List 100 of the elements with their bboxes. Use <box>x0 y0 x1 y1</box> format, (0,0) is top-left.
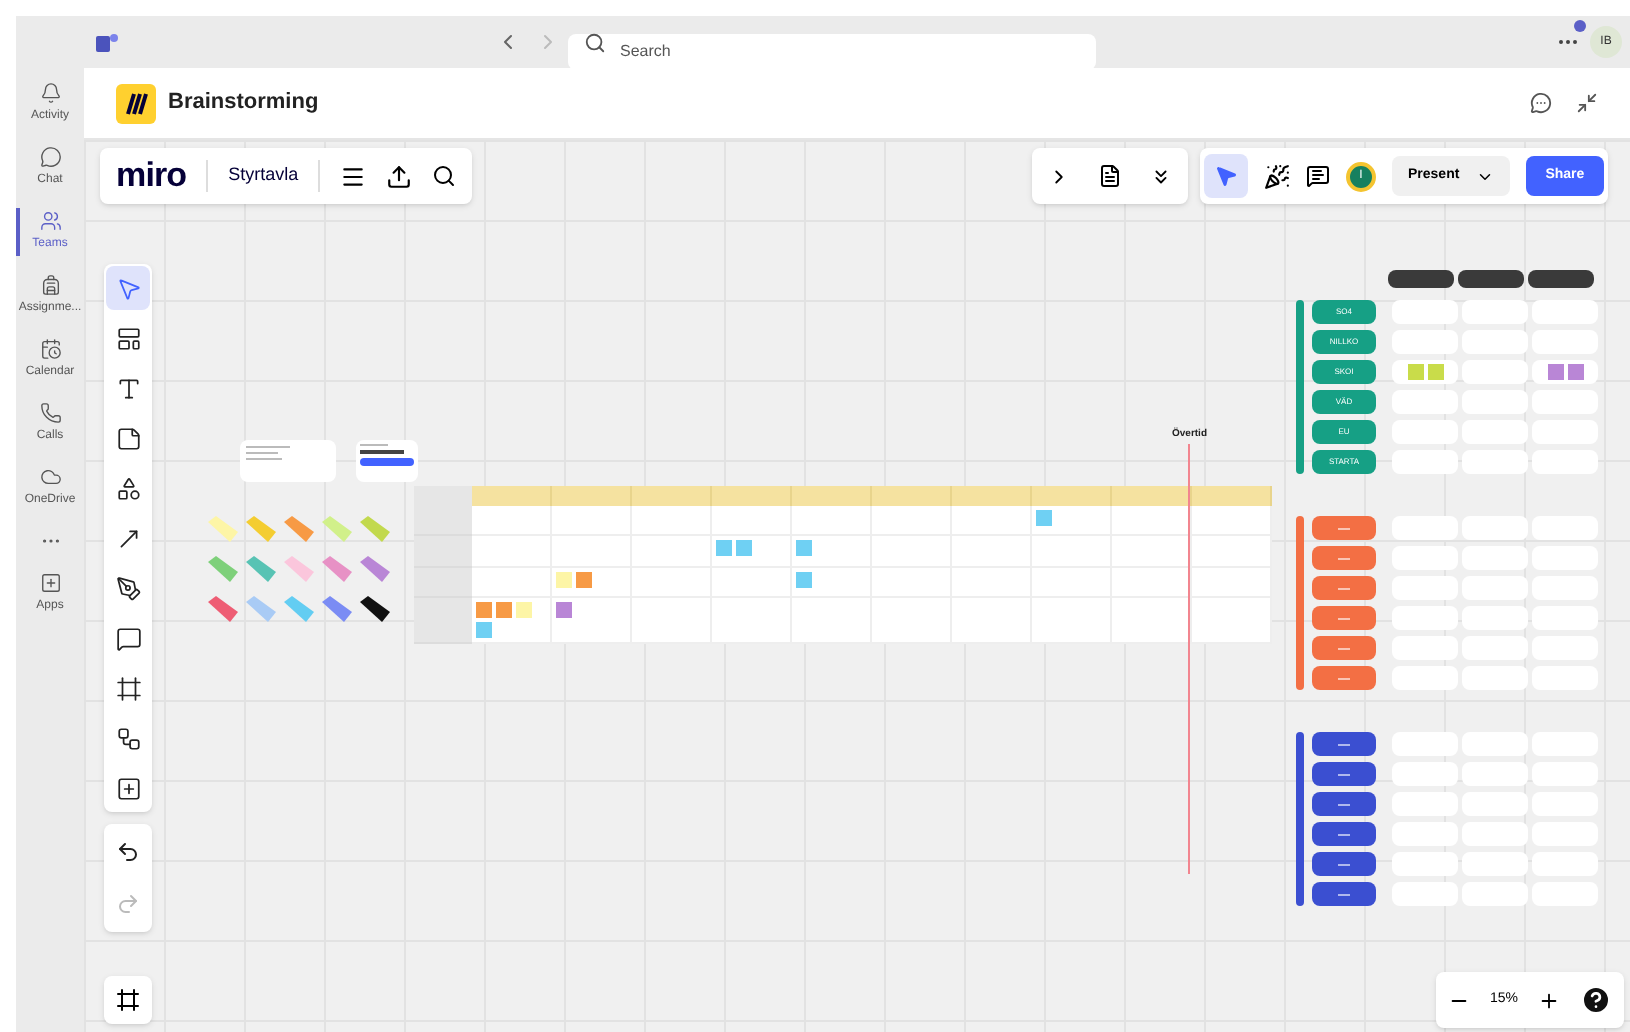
group-label <box>1312 882 1376 906</box>
grid-cell <box>632 506 712 537</box>
sticky-note[interactable] <box>556 601 572 618</box>
sticky-swatch[interactable] <box>246 516 276 542</box>
grid-cell <box>1192 567 1272 598</box>
sticky-note[interactable] <box>476 621 492 638</box>
sticky-note[interactable] <box>576 571 592 588</box>
chat-icon[interactable] <box>1530 92 1552 114</box>
grid-cell <box>1392 576 1458 600</box>
search-field[interactable]: Search <box>568 33 1096 69</box>
sticky-note[interactable] <box>736 540 752 557</box>
sticky-swatch[interactable] <box>208 516 238 542</box>
grid-cell <box>1392 666 1458 690</box>
grid-cell <box>792 597 872 644</box>
comment-icon[interactable] <box>1306 164 1330 188</box>
header-cell <box>952 486 1032 506</box>
grid-cell <box>1392 732 1458 756</box>
sticky-swatch[interactable] <box>360 556 390 582</box>
cursor-button[interactable] <box>1204 154 1248 198</box>
grid-cell <box>1532 300 1598 324</box>
grid-cell <box>1392 636 1458 660</box>
sticky-swatch[interactable] <box>322 596 352 622</box>
sticky-swatch[interactable] <box>284 556 314 582</box>
grid-cell <box>1462 330 1528 354</box>
grid-cell <box>1532 852 1598 876</box>
grid-cell <box>1392 546 1458 570</box>
sticky-note[interactable] <box>496 601 512 618</box>
grid-cell <box>1112 506 1192 537</box>
header-cell <box>1192 486 1272 506</box>
row-label-cell <box>414 597 472 644</box>
upload-icon[interactable] <box>386 163 413 189</box>
chat-icon <box>39 146 61 168</box>
grid-cell <box>1462 882 1528 906</box>
search-icon[interactable] <box>432 164 457 188</box>
grid-cell <box>872 597 952 644</box>
layout-icon <box>115 325 141 351</box>
sticky-swatch[interactable] <box>246 556 276 582</box>
celebrate-icon[interactable] <box>1264 163 1290 189</box>
grid-cell <box>1192 536 1272 568</box>
pen-icon <box>115 575 141 601</box>
sticky-swatch[interactable] <box>360 516 390 542</box>
sticky-swatch[interactable] <box>246 596 276 622</box>
grid-cell <box>1392 606 1458 630</box>
grid-cell <box>1462 762 1528 786</box>
sticky-swatch[interactable] <box>284 516 314 542</box>
sticky-note[interactable] <box>716 540 732 557</box>
grid-cell <box>1462 792 1528 816</box>
sticky-swatch[interactable] <box>360 596 390 622</box>
grid-cell <box>1462 636 1528 660</box>
collapse-icon[interactable] <box>1576 92 1598 114</box>
frame-icon <box>115 675 141 701</box>
zoom-in-icon[interactable] <box>1538 989 1561 1011</box>
grid-cell <box>472 567 552 598</box>
help-icon[interactable] <box>1580 984 1613 1016</box>
grid-cell <box>472 536 552 568</box>
frames-button[interactable] <box>104 976 152 1024</box>
grid-cell <box>632 597 712 644</box>
sticky-swatch[interactable] <box>284 596 314 622</box>
sticky-note[interactable] <box>476 601 492 618</box>
shapes-icon <box>115 475 141 501</box>
grid-cell <box>1192 597 1272 644</box>
grid-cell <box>1532 606 1598 630</box>
grid-cell <box>1462 516 1528 540</box>
group-label <box>1312 606 1376 630</box>
miro-logo-icon <box>116 83 156 123</box>
group-label <box>1312 822 1376 846</box>
grid-cell <box>1392 852 1458 876</box>
column-header <box>1528 270 1594 288</box>
sticky-note[interactable] <box>1567 364 1583 380</box>
sticky-swatch[interactable] <box>208 556 238 582</box>
grid-cell <box>792 506 872 537</box>
grid-cell <box>1392 792 1458 816</box>
grid-cell <box>712 506 792 537</box>
sticky-note[interactable] <box>1547 364 1563 380</box>
notes-icon[interactable] <box>1098 164 1122 188</box>
grid-cell <box>1392 762 1458 786</box>
sticky-note[interactable] <box>1427 364 1443 380</box>
redo-icon <box>116 892 140 916</box>
group-label <box>1312 666 1376 690</box>
header-cell <box>872 486 952 506</box>
bell-icon <box>39 82 61 104</box>
frame-icon <box>116 988 140 1012</box>
grid-cell <box>1462 360 1528 384</box>
select-tool[interactable] <box>106 266 150 310</box>
grid-cell <box>1462 450 1528 474</box>
sticky-swatch[interactable] <box>322 556 352 582</box>
group-label <box>1312 546 1376 570</box>
sticky-swatch[interactable] <box>208 596 238 622</box>
column-header <box>1388 270 1454 288</box>
header-cell <box>792 486 872 506</box>
grid-cell <box>1392 300 1458 324</box>
sticky-note[interactable] <box>796 571 812 588</box>
sticky-swatch[interactable] <box>322 516 352 542</box>
menu-icon[interactable] <box>340 163 367 189</box>
sticky-note[interactable] <box>796 540 812 557</box>
board-name[interactable]: Styrtavla <box>228 162 299 190</box>
corner-cell <box>414 486 472 506</box>
header-cell <box>632 486 712 506</box>
sticky-note[interactable] <box>1407 364 1423 380</box>
chevrons-down-icon[interactable] <box>1150 165 1172 187</box>
